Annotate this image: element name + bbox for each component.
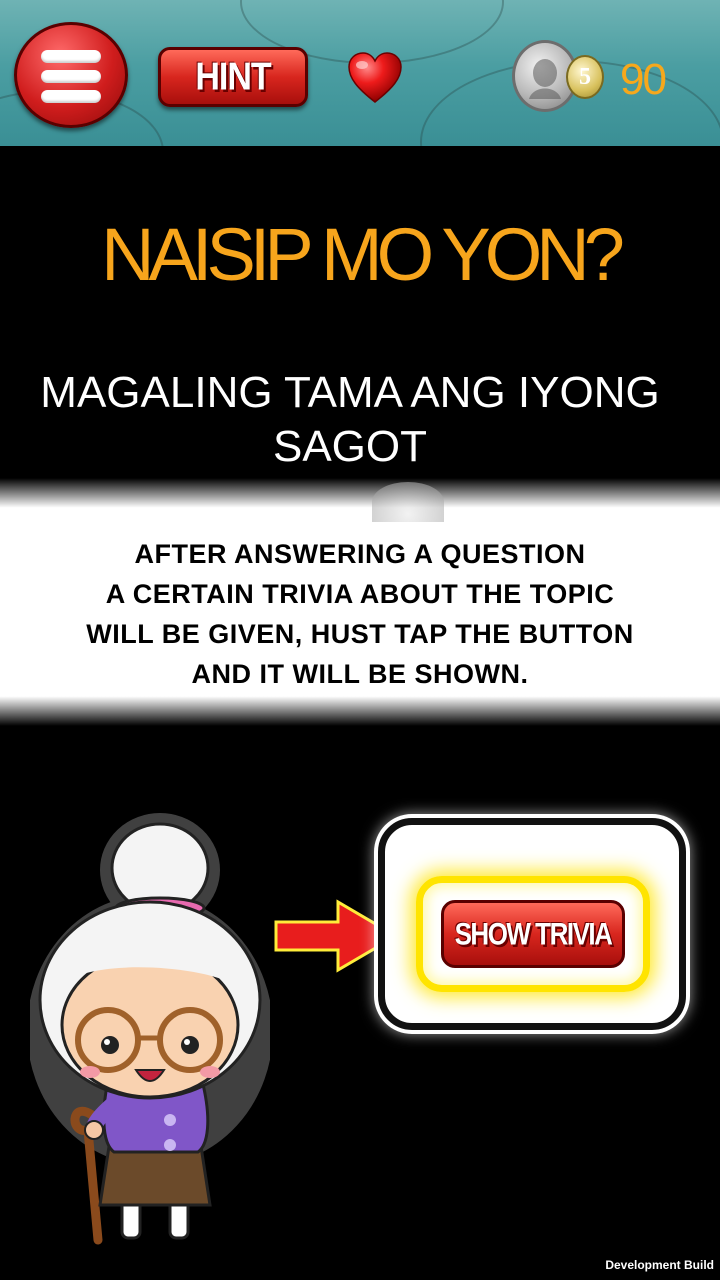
top-bar: HINT 5 90: [0, 0, 720, 146]
hint-button[interactable]: HINT: [158, 47, 308, 107]
instruction-line: WILL BE GIVEN, HUST TAP THE BUTTON: [86, 619, 634, 649]
grandma-character-icon: [30, 813, 270, 1245]
hamburger-menu-icon: [41, 70, 101, 83]
page-title: NAISIP MO YON?: [101, 213, 625, 296]
show-trivia-button[interactable]: SHOW TRIVIA: [441, 900, 625, 968]
hamburger-menu-icon: [41, 90, 101, 103]
result-message: MAGALING TAMA ANG IYONG SAGOT: [40, 368, 660, 471]
hamburger-menu-icon: [41, 50, 101, 63]
faded-coin-icon: [372, 482, 444, 522]
tutorial-instruction: AFTER ANSWERING A QUESTION A CERTAIN TRI…: [0, 534, 720, 694]
build-label: Development Build: [605, 1258, 714, 1272]
heart-icon: [348, 52, 402, 103]
coin-count: 90: [620, 55, 667, 104]
show-trivia-label: SHOW TRIVIA: [454, 915, 613, 952]
instruction-line: A CERTAIN TRIVIA ABOUT THE TOPIC: [105, 579, 615, 609]
coin-denomination: 5: [566, 55, 604, 99]
hint-button-label: HINT: [195, 54, 271, 99]
instruction-line: AFTER ANSWERING A QUESTION: [134, 539, 586, 569]
instruction-line: AND IT WILL BE SHOWN.: [191, 659, 529, 689]
menu-button[interactable]: [14, 22, 128, 128]
